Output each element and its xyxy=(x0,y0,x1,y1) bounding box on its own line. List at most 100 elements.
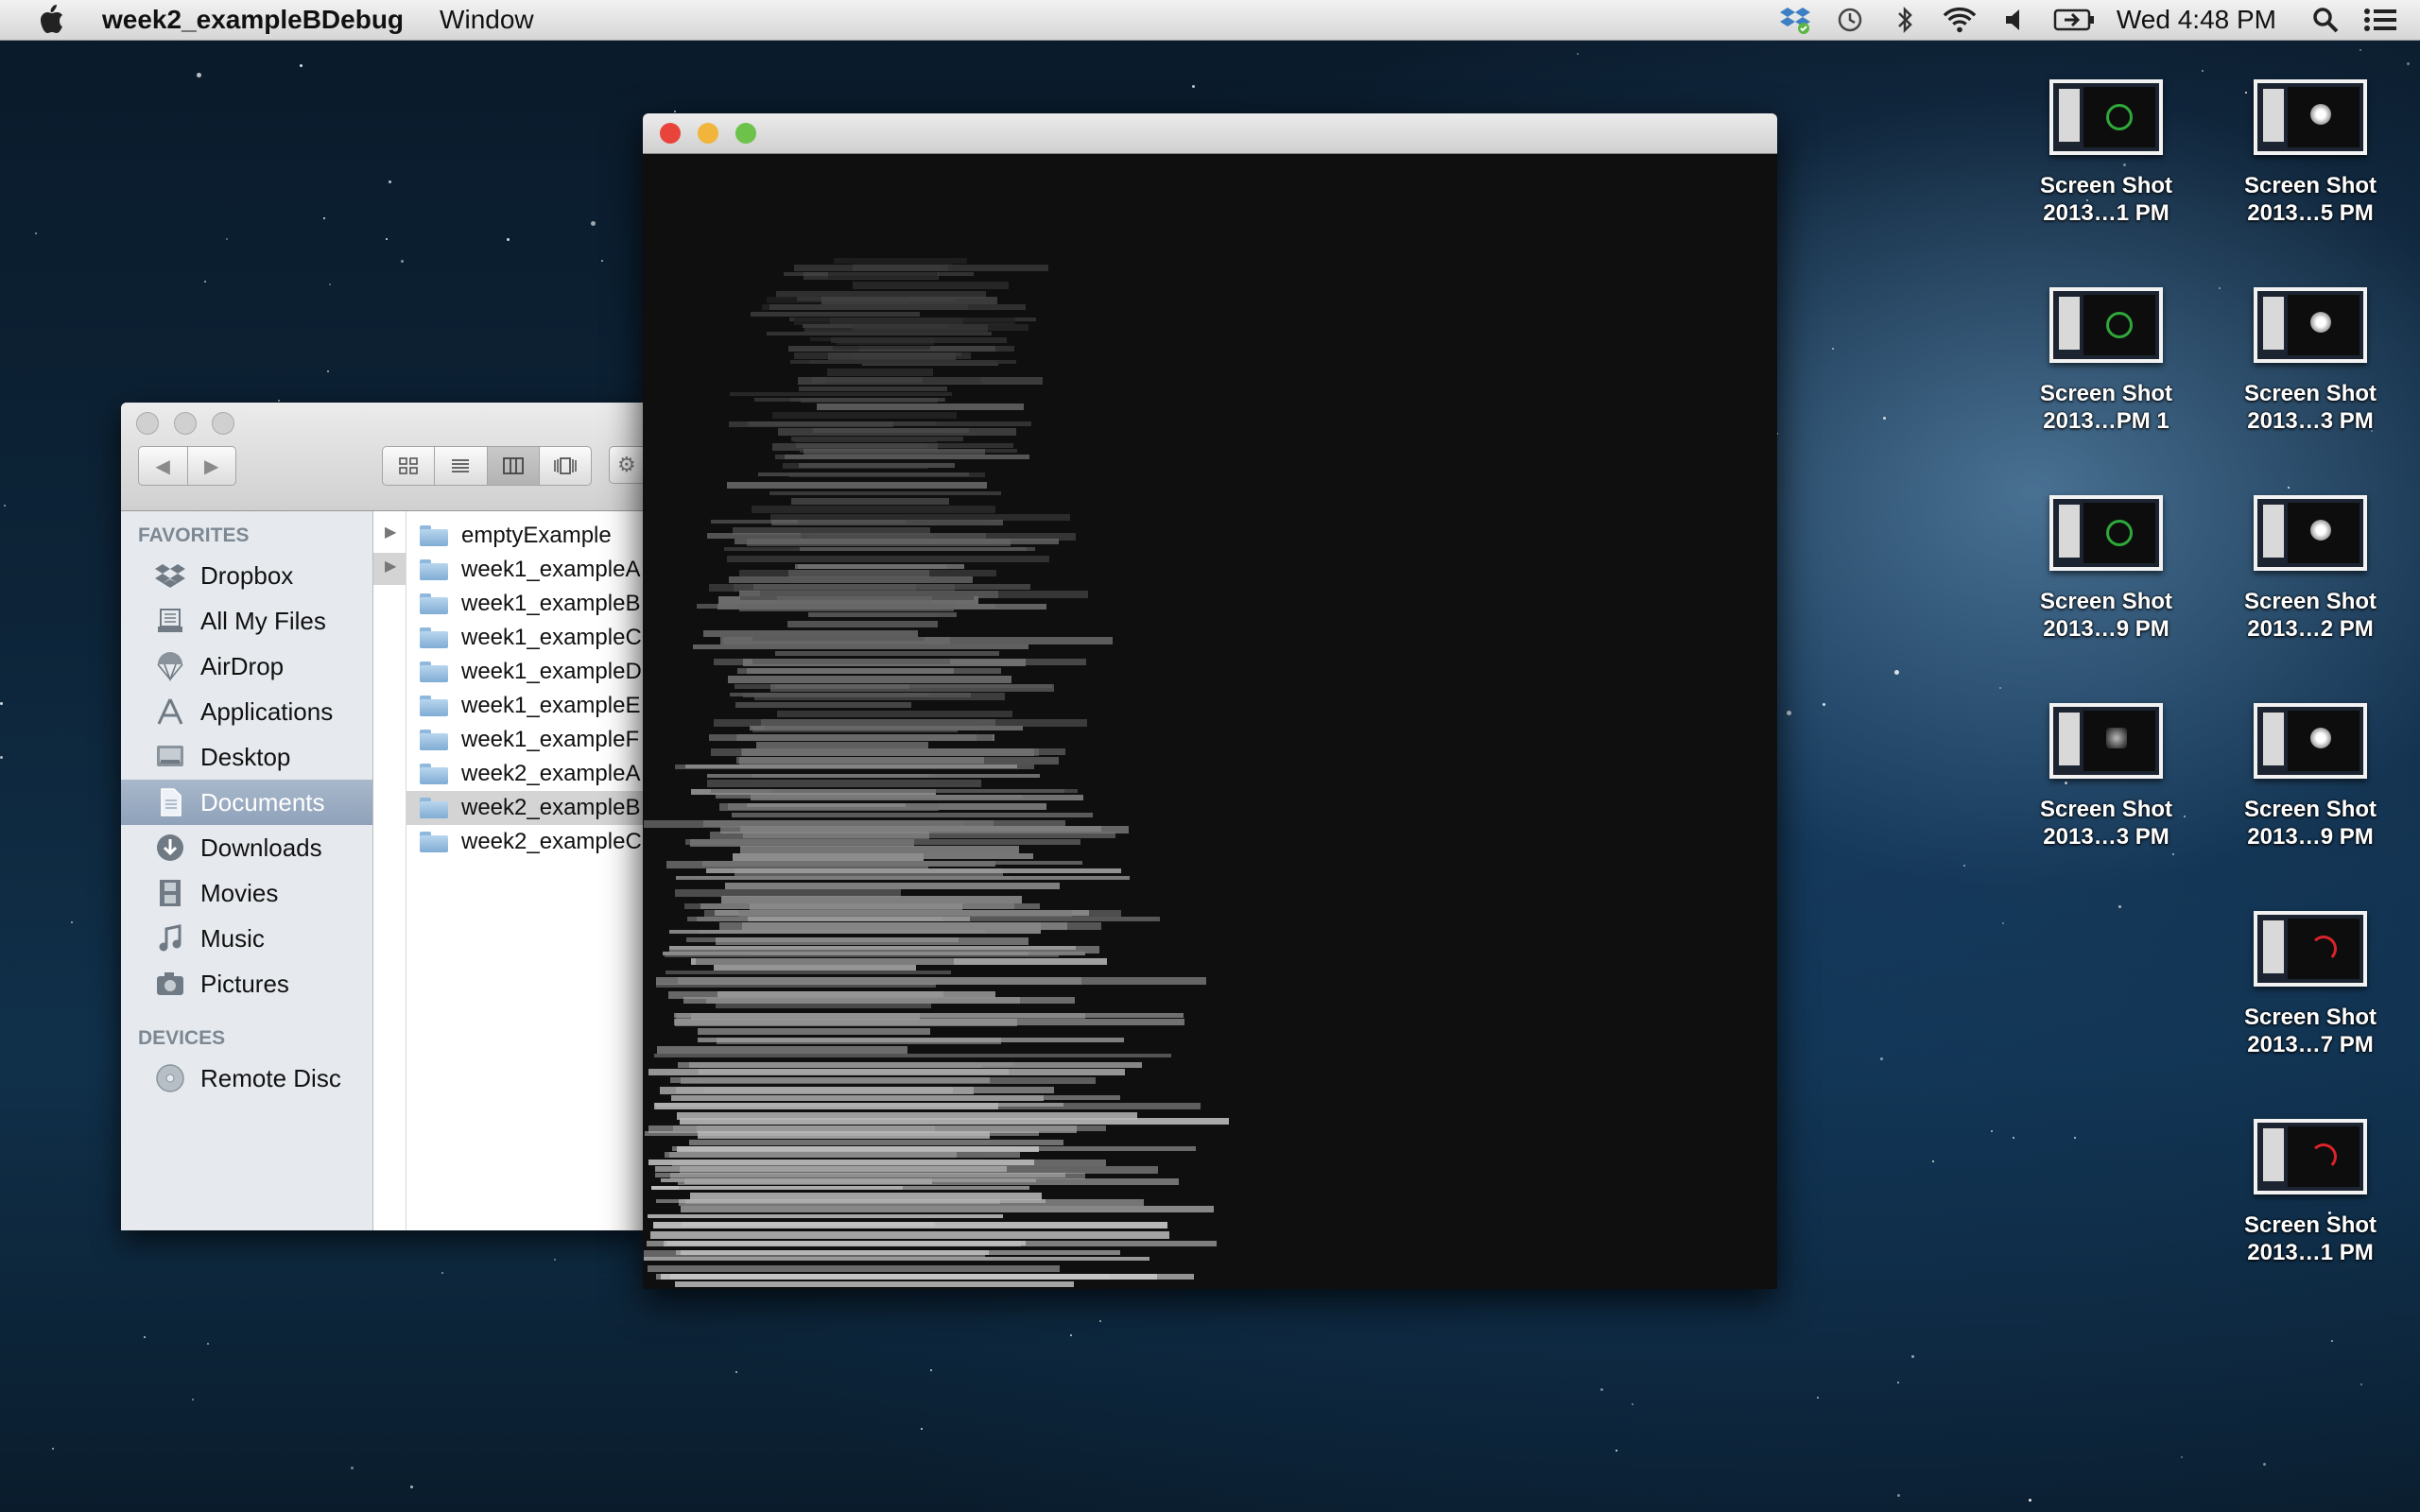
back-button[interactable]: ◀ xyxy=(139,447,187,485)
star xyxy=(2360,49,2361,51)
star xyxy=(1823,703,1825,706)
spotlight-search-icon[interactable] xyxy=(2308,4,2342,36)
list-view-button[interactable] xyxy=(434,447,486,485)
star xyxy=(35,232,37,234)
applications-icon xyxy=(153,696,187,728)
file-row[interactable]: week2_exampleA xyxy=(406,757,650,791)
viz-bar xyxy=(748,421,1031,426)
sidebar-item-music[interactable]: Music xyxy=(121,916,372,961)
star xyxy=(144,1336,146,1338)
star xyxy=(204,281,206,283)
file-row[interactable]: week1_exampleA xyxy=(406,553,650,587)
sidebar-item-label: Remote Disc xyxy=(200,1063,341,1092)
column-view-button[interactable] xyxy=(486,447,539,485)
screenshot-thumbnail xyxy=(2254,287,2367,363)
sidebar-item-desktop[interactable]: Desktop xyxy=(121,734,372,780)
bluetooth-icon[interactable] xyxy=(1888,4,1922,36)
desktop-file-screenshot[interactable]: Screen Shot 2013…5 PM xyxy=(2216,79,2405,227)
viz-bar xyxy=(800,547,1035,551)
finder-window: ◀ ▶ ⚙ FAVORITES Dropbox All My Files Air… xyxy=(121,403,650,1230)
finder-minimize-button[interactable] xyxy=(174,412,197,435)
desktop-file-screenshot[interactable]: Screen Shot 2013…3 PM xyxy=(2012,703,2201,850)
viz-bar xyxy=(717,1038,1001,1044)
star xyxy=(1897,1382,1899,1383)
app-minimize-button[interactable] xyxy=(698,123,718,144)
file-row[interactable]: week1_exampleC xyxy=(406,621,650,655)
viz-bar xyxy=(666,971,951,974)
viz-bar xyxy=(685,765,1017,768)
viz-bar xyxy=(711,748,1039,756)
time-machine-icon[interactable] xyxy=(1833,4,1867,36)
viz-bar xyxy=(751,312,920,317)
sidebar-item-downloads[interactable]: Downloads xyxy=(121,825,372,870)
desktop-file-screenshot[interactable]: Screen Shot 2013…9 PM xyxy=(2216,703,2405,850)
forward-button[interactable]: ▶ xyxy=(186,447,236,485)
file-name-line2: 2013…2 PM xyxy=(2247,616,2374,642)
file-column: emptyExample week1_exampleA week1_exampl… xyxy=(406,511,650,1230)
file-name: week2_exampleA xyxy=(461,761,641,786)
desktop-file-screenshot[interactable]: Screen Shot 2013…9 PM xyxy=(2012,495,2201,643)
viz-bar xyxy=(769,491,1001,495)
list-view-icon xyxy=(452,459,470,472)
star xyxy=(1897,1494,1900,1497)
desktop-file-screenshot[interactable]: Screen Shot 2013…3 PM xyxy=(2216,287,2405,435)
wifi-icon[interactable] xyxy=(1943,4,1977,36)
file-row[interactable]: week1_exampleF xyxy=(406,723,650,757)
desktop-file-screenshot[interactable]: Screen Shot 2013…PM 1 xyxy=(2012,287,2201,435)
file-row[interactable]: emptyExample xyxy=(406,519,650,553)
sidebar-item-all-my-files[interactable]: All My Files xyxy=(121,598,372,644)
file-name-line2: 2013…PM 1 xyxy=(2043,408,2169,434)
dropbox-icon[interactable] xyxy=(1778,4,1812,36)
viz-bar xyxy=(681,1206,1214,1212)
viz-bar xyxy=(655,1166,1007,1172)
sidebar-item-applications[interactable]: Applications xyxy=(121,689,372,734)
app-title-bar[interactable] xyxy=(643,113,1777,154)
cover-flow-button[interactable] xyxy=(538,447,591,485)
star xyxy=(71,921,73,923)
star xyxy=(2202,70,2204,72)
file-row[interactable]: week2_exampleB xyxy=(406,791,650,825)
star xyxy=(1577,53,1579,55)
viz-bar xyxy=(680,1118,1229,1125)
sidebar-item-movies[interactable]: Movies xyxy=(121,870,372,916)
sidebar-item-pictures[interactable]: Pictures xyxy=(121,961,372,1006)
star xyxy=(4,505,6,507)
menu-clock[interactable]: Wed 4:48 PM xyxy=(2117,5,2276,35)
star xyxy=(2263,1463,2266,1466)
app-close-button[interactable] xyxy=(660,123,681,144)
viz-bar xyxy=(765,726,1023,730)
sidebar-item-remote-disc[interactable]: Remote Disc xyxy=(121,1056,372,1101)
file-row[interactable]: week1_exampleE xyxy=(406,689,650,723)
finder-close-button[interactable] xyxy=(136,412,159,435)
viz-bar xyxy=(767,332,992,335)
desktop-file-screenshot[interactable]: Screen Shot 2013…7 PM xyxy=(2216,911,2405,1058)
icon-view-button[interactable] xyxy=(383,447,434,485)
viz-bar xyxy=(674,1013,1184,1018)
parent-column: ▶ ▶ xyxy=(373,511,406,1230)
remote-disc-icon xyxy=(153,1062,187,1094)
disclosure-arrow-icon[interactable]: ▶ xyxy=(385,523,396,541)
volume-icon[interactable] xyxy=(1997,4,2031,36)
apple-menu-icon[interactable] xyxy=(34,3,68,37)
app-canvas[interactable] xyxy=(643,154,1777,1289)
sidebar-item-documents[interactable]: Documents xyxy=(121,780,372,825)
app-zoom-button[interactable] xyxy=(735,123,756,144)
sidebar-item-airdrop[interactable]: AirDrop xyxy=(121,644,372,689)
menu-app-name[interactable]: week2_exampleBDebug xyxy=(102,5,404,35)
notification-center-icon[interactable] xyxy=(2363,4,2397,36)
screenshot-thumbnail xyxy=(2254,1119,2367,1194)
star xyxy=(1099,1320,1101,1322)
menu-window[interactable]: Window xyxy=(440,5,534,35)
file-row[interactable]: week2_exampleC xyxy=(406,825,650,859)
finder-zoom-button[interactable] xyxy=(212,412,234,435)
disclosure-arrow-icon[interactable]: ▶ xyxy=(385,557,396,576)
star xyxy=(2118,905,2121,908)
desktop-file-screenshot[interactable]: Screen Shot 2013…1 PM xyxy=(2012,79,2201,227)
desktop-file-screenshot[interactable]: Screen Shot 2013…1 PM xyxy=(2216,1119,2405,1266)
file-row[interactable]: week1_exampleB xyxy=(406,587,650,621)
battery-icon[interactable] xyxy=(2052,4,2096,36)
desktop-file-screenshot[interactable]: Screen Shot 2013…2 PM xyxy=(2216,495,2405,643)
sidebar-item-label: Documents xyxy=(200,787,325,816)
file-row[interactable]: week1_exampleD xyxy=(406,655,650,689)
sidebar-item-dropbox[interactable]: Dropbox xyxy=(121,553,372,598)
